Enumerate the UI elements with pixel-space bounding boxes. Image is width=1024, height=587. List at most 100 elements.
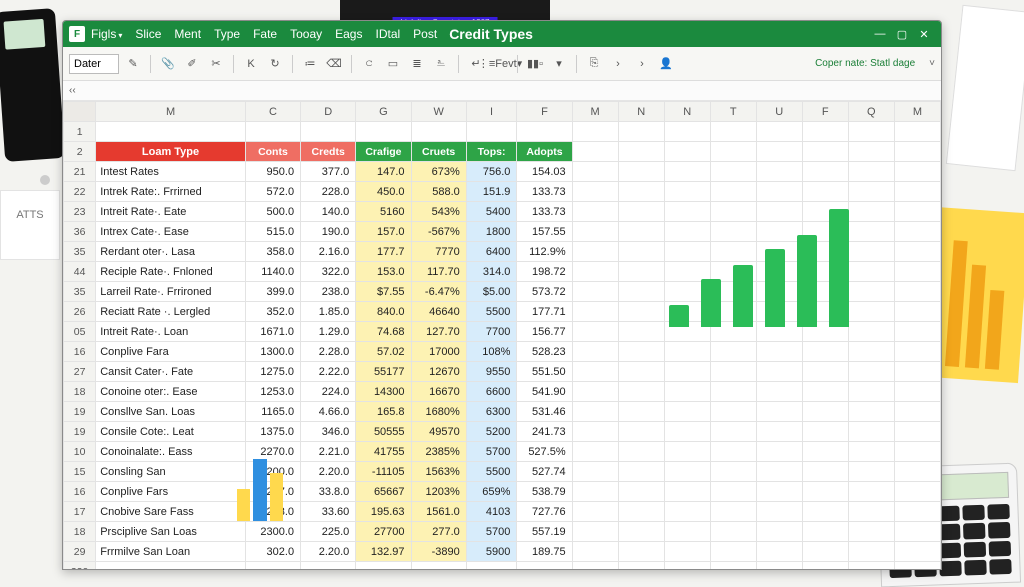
cell-loan-type[interactable]: Intrek Rate:. Frrirned bbox=[96, 182, 246, 202]
table-row[interactable]: 18Conoine oter:. Ease1253.0224.014300166… bbox=[64, 382, 941, 402]
row-header[interactable]: 17 bbox=[64, 502, 96, 522]
col-header[interactable]: F bbox=[802, 102, 848, 122]
cell-loan-type[interactable]: Reciatt Rate ·. Lergled bbox=[96, 302, 246, 322]
col-header[interactable]: N bbox=[664, 102, 710, 122]
cell[interactable]: 33.8.0 bbox=[301, 482, 356, 502]
cell[interactable]: 112.9% bbox=[517, 242, 572, 262]
cell-loan-type[interactable]: Intreit Rate·. Eate bbox=[96, 202, 246, 222]
cell[interactable]: 1563% bbox=[411, 462, 466, 482]
cell[interactable]: 1680% bbox=[411, 402, 466, 422]
cell-loan-type[interactable]: Intreit Rate·. Loan bbox=[96, 322, 246, 342]
cell[interactable]: 238.0 bbox=[301, 282, 356, 302]
cell[interactable]: 5400 bbox=[466, 202, 517, 222]
cell[interactable]: 2300.0 bbox=[245, 522, 300, 542]
row-header[interactable]: 19 bbox=[64, 402, 96, 422]
cell[interactable]: 1561.0 bbox=[411, 502, 466, 522]
cell[interactable]: 153.0 bbox=[356, 262, 411, 282]
cell[interactable]: 16670 bbox=[411, 382, 466, 402]
cell[interactable]: 2.16.0 bbox=[301, 242, 356, 262]
cell[interactable]: 659% bbox=[466, 482, 517, 502]
cell[interactable]: 1671.0 bbox=[245, 322, 300, 342]
cell[interactable]: 57.02 bbox=[356, 342, 411, 362]
cell[interactable]: 399.0 bbox=[245, 282, 300, 302]
cell[interactable]: 1.29.0 bbox=[301, 322, 356, 342]
cell[interactable]: 277.0 bbox=[411, 522, 466, 542]
col-header[interactable]: D bbox=[301, 102, 356, 122]
cell[interactable]: 133.73 bbox=[517, 182, 572, 202]
cell[interactable]: 527.5% bbox=[517, 442, 572, 462]
font-button[interactable]: ⋮≡ Fevt ▾ bbox=[490, 54, 510, 74]
cell[interactable]: 190.0 bbox=[301, 222, 356, 242]
cell[interactable]: 500.0 bbox=[245, 202, 300, 222]
cell[interactable]: 157.0 bbox=[356, 222, 411, 242]
row-header[interactable]: 05 bbox=[64, 322, 96, 342]
collapse-icon[interactable]: ˅ bbox=[929, 58, 935, 69]
cell[interactable]: 195.63 bbox=[356, 502, 411, 522]
cell[interactable]: -6.47% bbox=[411, 282, 466, 302]
menu-slice[interactable]: Slice bbox=[135, 27, 161, 41]
row-header[interactable]: 1 bbox=[64, 122, 96, 142]
cell[interactable]: 322.0 bbox=[301, 262, 356, 282]
menu-type[interactable]: Type bbox=[214, 27, 240, 41]
cell[interactable]: 727.76 bbox=[517, 502, 572, 522]
menu-fate[interactable]: Fate bbox=[253, 27, 277, 41]
attach-icon[interactable]: 📎 bbox=[158, 54, 178, 74]
cell[interactable]: 5900 bbox=[466, 542, 517, 562]
cell-loan-type[interactable]: Intrex Cate·. Ease bbox=[96, 222, 246, 242]
cell[interactable]: 117.70 bbox=[411, 262, 466, 282]
cell[interactable]: 1203% bbox=[411, 482, 466, 502]
mini-bar-chart[interactable] bbox=[237, 441, 283, 521]
col-header[interactable]: G bbox=[356, 102, 411, 122]
cell[interactable]: 5700 bbox=[466, 522, 517, 542]
person-icon[interactable]: 👤 bbox=[656, 54, 676, 74]
cell[interactable]: 49570 bbox=[411, 422, 466, 442]
cell[interactable]: 177.7 bbox=[356, 242, 411, 262]
cell[interactable]: 527.74 bbox=[517, 462, 572, 482]
cell[interactable]: 2.28.0 bbox=[301, 342, 356, 362]
cell[interactable]: 1375.0 bbox=[245, 422, 300, 442]
col-header[interactable]: C bbox=[245, 102, 300, 122]
forward-icon[interactable]: › bbox=[608, 54, 628, 74]
row-header[interactable]: 36 bbox=[64, 222, 96, 242]
strike-icon[interactable]: K bbox=[241, 54, 261, 74]
row-header[interactable]: 16 bbox=[64, 342, 96, 362]
cell[interactable]: 352.0 bbox=[245, 302, 300, 322]
cell-loan-type[interactable]: Conplive Fars bbox=[96, 482, 246, 502]
table-row[interactable]: 15Consling San2200.02.20.0-111051563%550… bbox=[64, 462, 941, 482]
cell-loan-type[interactable]: Conoine oter:. Ease bbox=[96, 382, 246, 402]
cell[interactable]: 1140.0 bbox=[245, 262, 300, 282]
cell[interactable]: 228.0 bbox=[301, 182, 356, 202]
name-box[interactable] bbox=[69, 54, 119, 74]
code-icon[interactable]: 𝚌 bbox=[359, 54, 379, 74]
row-header[interactable]: 35 bbox=[64, 282, 96, 302]
col-header[interactable]: I bbox=[466, 102, 517, 122]
cell[interactable]: 6300 bbox=[466, 402, 517, 422]
cell[interactable]: 5160 bbox=[356, 202, 411, 222]
cell[interactable]: 241.73 bbox=[517, 422, 572, 442]
pencil-icon[interactable]: ✎ bbox=[123, 54, 143, 74]
cell[interactable]: 154.03 bbox=[517, 162, 572, 182]
cell[interactable]: 27700 bbox=[356, 522, 411, 542]
cell[interactable]: 7700 bbox=[466, 322, 517, 342]
cell[interactable]: 1300.0 bbox=[245, 342, 300, 362]
spreadsheet-grid[interactable]: M C D G W I F M N N T U F Q M bbox=[63, 101, 941, 569]
cell[interactable]: 2.20.0 bbox=[301, 462, 356, 482]
cell[interactable]: 151.9 bbox=[466, 182, 517, 202]
row-header[interactable]: 19 bbox=[64, 422, 96, 442]
cell[interactable]: 4.66.0 bbox=[301, 402, 356, 422]
col-header[interactable]: W bbox=[411, 102, 466, 122]
brush-icon[interactable]: ✐ bbox=[182, 54, 202, 74]
cell-loan-type[interactable]: Larreil Rate·. Frrironed bbox=[96, 282, 246, 302]
cell[interactable]: 5700 bbox=[466, 442, 517, 462]
cell[interactable]: 74.68 bbox=[356, 322, 411, 342]
cell[interactable]: 14300 bbox=[356, 382, 411, 402]
cell[interactable]: 55177 bbox=[356, 362, 411, 382]
minimize-button[interactable]: — bbox=[869, 25, 891, 43]
cell[interactable]: 4103 bbox=[466, 502, 517, 522]
cell[interactable]: -11105 bbox=[356, 462, 411, 482]
cell[interactable]: 2385% bbox=[411, 442, 466, 462]
align-icon[interactable]: ≣ bbox=[407, 54, 427, 74]
cell[interactable]: 756.0 bbox=[466, 162, 517, 182]
cell[interactable]: 177.71 bbox=[517, 302, 572, 322]
cell[interactable]: 543% bbox=[411, 202, 466, 222]
